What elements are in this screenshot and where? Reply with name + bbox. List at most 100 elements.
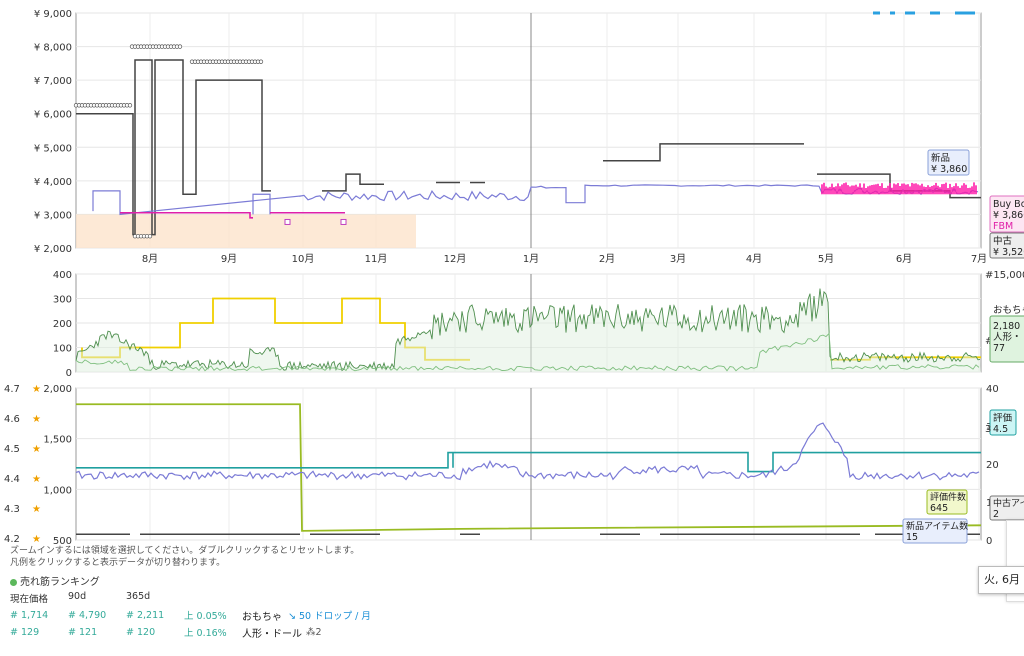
rank-90d: # 4,790	[68, 609, 107, 621]
price-y-tick: ¥ 8,000	[34, 43, 72, 54]
price-y-tick: ¥ 9,000	[34, 9, 72, 20]
month-tick: 12月	[444, 253, 467, 265]
rating-right-tick: 40	[986, 384, 999, 395]
rank-tag-text: 人形・	[993, 331, 1022, 343]
rank-tag-text: 77	[993, 343, 1005, 354]
hierarchy-count: 2	[315, 626, 322, 638]
rank-header: 現在価格 90d 365d	[10, 591, 630, 605]
month-tick: 2月	[599, 253, 615, 265]
rank-365d: # 120	[126, 626, 156, 638]
rating-count-tag-value: 645	[930, 503, 948, 514]
star-tick: 4.5	[4, 444, 20, 455]
rank-row: # 1,714 # 4,790 # 2,211 上 0.05% おもちゃ ↘ 5…	[10, 608, 630, 623]
price-y-tick: ¥ 2,000	[34, 244, 72, 255]
new-price-tag-text: ¥ 3,860	[931, 164, 967, 175]
status-dot-icon	[10, 578, 17, 586]
rating-y-tick: 2,000	[43, 384, 72, 395]
rating-right-tick: 0	[986, 536, 992, 545]
sales-rank-title: 売れ筋ランキング	[10, 573, 630, 588]
buybox-marker	[340, 218, 347, 225]
legend-hint: 凡例をクリックすると表示データが切り替わります。	[10, 558, 226, 568]
rating-right-tick: 20	[986, 460, 999, 471]
drops-link[interactable]: ↘ 50 ドロップ / 月	[288, 608, 371, 622]
used-offer-marker	[127, 103, 133, 108]
month-tick: 5月	[818, 253, 834, 265]
zoom-hint: ズームインするには領域を選択してください。ダブルクリックするとリセットします。	[10, 546, 360, 556]
rank-y-tick: 400	[53, 270, 72, 281]
used-offer-marker	[258, 59, 264, 64]
month-tick: 8月	[142, 253, 158, 265]
star-tick: 4.6	[4, 414, 20, 425]
rank-right-tick: #15,000	[985, 270, 1024, 281]
month-tick: 1月	[523, 253, 539, 265]
price-y-tick: ¥ 6,000	[34, 110, 72, 121]
rank-y-tick: 0	[66, 368, 72, 379]
month-tick: 9月	[221, 253, 237, 265]
star-icon: ★	[32, 534, 41, 545]
price-y-tick: ¥ 3,000	[34, 210, 72, 221]
rank-percent: 上 0.05%	[184, 611, 227, 622]
footer: ズームインするには領域を選択してください。ダブルクリックするとリセットします。 …	[10, 545, 630, 640]
rating-plot-frame	[75, 387, 982, 541]
rank-365d: # 2,211	[126, 609, 165, 621]
used-count-tag-label: 中古アイ	[993, 497, 1024, 509]
amazon-area	[76, 214, 416, 248]
month-tick: 10月	[292, 253, 315, 265]
hover-date-tooltip: 火, 6月	[978, 566, 1024, 594]
star-icon: ★	[32, 474, 41, 485]
chart-svg[interactable]: ¥ 9,000 ¥ 8,000 ¥ 7,000 ¥ 6,000 ¥ 5,000 ¥ 4,0…	[0, 0, 1024, 547]
month-tick: 4月	[746, 253, 762, 265]
header-90d: 90d	[68, 591, 87, 602]
rank-current: # 1,714	[10, 609, 49, 621]
month-tick: 6月	[896, 253, 912, 265]
star-icon: ★	[32, 504, 41, 515]
rating-tag-prefix: 3	[985, 424, 991, 435]
used-count-tag-value: 2	[993, 509, 999, 520]
rank-tag-label: おもちゃ	[993, 305, 1024, 316]
drops-text: 50 ドロップ / 月	[299, 611, 371, 622]
star-tick: 4.3	[4, 504, 20, 515]
buybox-tag-text: ¥ 3,860	[993, 210, 1024, 221]
rating-y-tick: 500	[53, 536, 72, 545]
rank-percent: 上 0.16%	[184, 628, 227, 639]
rating-count-tag-label: 評価件数	[930, 491, 966, 503]
rank-y-tick: 200	[53, 319, 72, 330]
rank-y-tick: 300	[53, 295, 72, 306]
header-current: 現在価格	[10, 594, 49, 605]
buybox-marker	[284, 218, 291, 225]
header-365d: 365d	[126, 591, 151, 602]
used-offer-marker	[177, 44, 183, 49]
keepa-chart-area[interactable]: ¥ 9,000 ¥ 8,000 ¥ 7,000 ¥ 6,000 ¥ 5,000 ¥ 4,0…	[0, 0, 1024, 547]
star-icon: ★	[32, 444, 41, 455]
rating-tag-label: 評価	[993, 412, 1013, 424]
rank-y-tick: 100	[53, 344, 72, 355]
month-tick: 3月	[670, 253, 686, 265]
rating-y-tick: 1,500	[43, 435, 72, 446]
star-icon: ★	[32, 414, 41, 425]
used-price-tag-text: ¥ 3,520	[993, 247, 1024, 258]
rank-category[interactable]: 人形・ドール	[242, 625, 302, 640]
rating-tag-value: 4.5	[993, 424, 1008, 435]
star-icon: ★	[32, 384, 41, 395]
new-price-tag-text: 新品	[931, 152, 950, 164]
sales-rank-title-text: 売れ筋ランキング	[20, 577, 100, 588]
star-tick: 4.7	[4, 384, 20, 395]
rank-tag-text: 2,180	[993, 321, 1020, 332]
month-tick: 7月	[971, 253, 987, 265]
price-y-tick: ¥ 4,000	[34, 177, 72, 188]
new-count-tag-value: 15	[906, 532, 918, 543]
price-y-tick: ¥ 5,000	[34, 143, 72, 154]
month-tick: 11月	[365, 253, 388, 265]
rating-y-tick: 1,000	[43, 485, 72, 496]
new-count-tag-label: 新品アイテム数	[906, 520, 968, 532]
star-tick: 4.4	[4, 474, 20, 485]
used-offer-marker	[147, 234, 153, 239]
rank-category[interactable]: おもちゃ	[242, 608, 282, 623]
buybox-tag-text: Buy Box	[993, 199, 1024, 210]
price-y-tick: ¥ 7,000	[34, 76, 72, 87]
rank-row: # 129 # 121 # 120 上 0.16% 人形・ドール ⁂ 2	[10, 625, 630, 640]
hierarchy-icon[interactable]: ⁂	[306, 627, 316, 638]
drop-arrow-icon: ↘	[288, 611, 296, 622]
buybox-tag-text: FBM	[993, 221, 1013, 232]
star-tick: 4.2	[4, 534, 20, 545]
